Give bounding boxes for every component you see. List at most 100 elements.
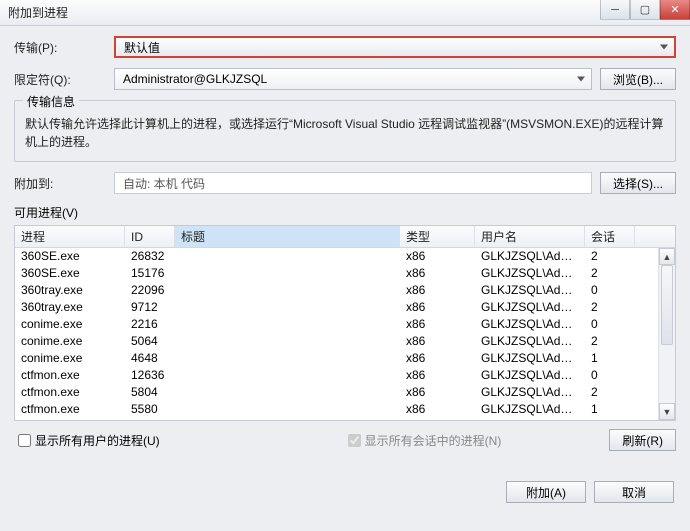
cell-session: 2 <box>585 249 635 263</box>
show-all-sessions-checkbox[interactable]: 显示所有会话中的进程(N) <box>344 431 502 450</box>
minimize-button[interactable]: ─ <box>600 0 630 20</box>
attach-to-value: 自动: 本机 代码 <box>114 172 592 194</box>
available-label: 可用进程(V) <box>14 204 676 221</box>
table-row[interactable]: explorer.exe4892x86GLKJZSQL\Adminis...0 <box>15 418 675 420</box>
cell-session: 0 <box>585 317 635 331</box>
cell-user: GLKJZSQL\Adminis... <box>475 266 585 280</box>
cell-id: 12636 <box>125 368 175 382</box>
cell-process: ctfmon.exe <box>15 402 125 416</box>
cell-user: GLKJZSQL\Adminis... <box>475 368 585 382</box>
vertical-scrollbar[interactable]: ▲ ▼ <box>658 248 675 420</box>
cell-id: 5064 <box>125 334 175 348</box>
cell-type: x86 <box>400 266 475 280</box>
cell-user: GLKJZSQL\Adminis... <box>475 283 585 297</box>
scroll-up-icon[interactable]: ▲ <box>659 248 675 265</box>
transport-value: 默认值 <box>124 39 160 56</box>
cell-session: 1 <box>585 351 635 365</box>
cell-type: x86 <box>400 351 475 365</box>
col-title[interactable]: 标题 <box>175 226 400 247</box>
table-row[interactable]: 360tray.exe9712x86GLKJZSQL\Adminis...2 <box>15 299 675 316</box>
table-row[interactable]: 360SE.exe26832 x86GLKJZSQL\Adminis...2 <box>15 248 675 265</box>
cell-user: GLKJZSQL\Adminis... <box>475 385 585 399</box>
cell-user: GLKJZSQL\Adminis... <box>475 249 585 263</box>
qualifier-value: Administrator@GLKJZSQL <box>123 72 267 86</box>
cancel-button[interactable]: 取消 <box>594 481 674 503</box>
table-body: 360SE.exe26832x86GLKJZSQL\Adminis...2360… <box>15 248 675 420</box>
cell-id: 5804 <box>125 385 175 399</box>
cell-process: 360SE.exe <box>15 266 125 280</box>
col-session[interactable]: 会话 <box>585 226 635 247</box>
cell-id: 2216 <box>125 317 175 331</box>
select-button[interactable]: 选择(S)... <box>600 172 676 194</box>
cell-process: 360SE.exe <box>15 249 125 263</box>
show-all-sessions-input[interactable] <box>348 434 361 447</box>
cell-id: 22096 <box>125 283 175 297</box>
cell-user: GLKJZSQL\Adminis... <box>475 317 585 331</box>
cell-type: x86 <box>400 419 475 420</box>
table-row[interactable]: ctfmon.exe5804x86GLKJZSQL\Adminis...2 <box>15 384 675 401</box>
cell-user: GLKJZSQL\Adminis... <box>475 334 585 348</box>
transport-info-text: 默认传输允许选择此计算机上的进程，或选择运行“Microsoft Visual … <box>25 115 665 151</box>
show-all-users-checkbox[interactable]: 显示所有用户的进程(U) <box>14 431 160 450</box>
qualifier-label: 限定符(Q): <box>14 71 114 88</box>
col-type[interactable]: 类型 <box>400 226 475 247</box>
cell-process: ctfmon.exe <box>15 385 125 399</box>
col-user[interactable]: 用户名 <box>475 226 585 247</box>
cell-type: x86 <box>400 300 475 314</box>
table-row[interactable]: 360tray.exe22096 x86GLKJZSQL\Adminis...0 <box>15 282 675 299</box>
cell-type: x86 <box>400 283 475 297</box>
dialog-footer: 附加(A) 取消 <box>14 481 676 503</box>
qualifier-combobox[interactable]: Administrator@GLKJZSQL <box>114 68 592 90</box>
cell-session: 0 <box>585 419 635 420</box>
scroll-thumb[interactable] <box>661 265 673 345</box>
scroll-down-icon[interactable]: ▼ <box>659 403 675 420</box>
cell-type: x86 <box>400 368 475 382</box>
table-row[interactable]: ctfmon.exe12636x86GLKJZSQL\Adminis...0 <box>15 367 675 384</box>
table-row[interactable]: ctfmon.exe5580x86GLKJZSQL\Adminis...1 <box>15 401 675 418</box>
cell-process: conime.exe <box>15 351 125 365</box>
close-button[interactable]: ✕ <box>660 0 690 20</box>
scroll-track[interactable] <box>659 265 675 403</box>
browse-button[interactable]: 浏览(B)... <box>600 68 676 90</box>
table-row[interactable]: conime.exe4648 x86GLKJZSQL\Adminis...1 <box>15 350 675 367</box>
cell-session: 2 <box>585 266 635 280</box>
cell-user: GLKJZSQL\Adminis... <box>475 300 585 314</box>
table-header: 进程 ID 标题 类型 用户名 会话 <box>15 226 675 248</box>
attach-button[interactable]: 附加(A) <box>506 481 586 503</box>
cell-type: x86 <box>400 402 475 416</box>
cell-user: GLKJZSQL\Adminis... <box>475 351 585 365</box>
transport-info-title: 传输信息 <box>23 93 79 110</box>
cell-id: 5580 <box>125 402 175 416</box>
cell-type: x86 <box>400 249 475 263</box>
cell-process: conime.exe <box>15 334 125 348</box>
cell-session: 2 <box>585 300 635 314</box>
cell-type: x86 <box>400 385 475 399</box>
transport-combobox[interactable]: 默认值 <box>114 36 676 58</box>
cell-id: 4648 <box>125 351 175 365</box>
table-row[interactable]: conime.exe5064x86GLKJZSQL\Adminis...2 <box>15 333 675 350</box>
chevron-down-icon <box>577 77 585 82</box>
table-row[interactable]: conime.exe2216 x86GLKJZSQL\Adminis...0 <box>15 316 675 333</box>
col-process[interactable]: 进程 <box>15 226 125 247</box>
cell-user: GLKJZSQL\Adminis... <box>475 419 585 420</box>
window-title: 附加到进程 <box>8 4 68 21</box>
cell-process: conime.exe <box>15 317 125 331</box>
show-all-users-input[interactable] <box>18 434 31 447</box>
transport-label: 传输(P): <box>14 39 114 56</box>
cell-process: ctfmon.exe <box>15 368 125 382</box>
cell-process: explorer.exe <box>15 419 125 420</box>
cell-id: 26832 <box>125 249 175 263</box>
dialog-content: 传输(P): 默认值 限定符(Q): Administrator@GLKJZSQ… <box>0 26 690 515</box>
cell-session: 0 <box>585 283 635 297</box>
cell-session: 2 <box>585 334 635 348</box>
maximize-button[interactable]: ▢ <box>630 0 660 20</box>
table-row[interactable]: 360SE.exe15176x86GLKJZSQL\Adminis...2 <box>15 265 675 282</box>
cell-type: x86 <box>400 317 475 331</box>
cell-user: GLKJZSQL\Adminis... <box>475 402 585 416</box>
cell-process: 360tray.exe <box>15 300 125 314</box>
col-id[interactable]: ID <box>125 226 175 247</box>
refresh-button[interactable]: 刷新(R) <box>609 429 676 451</box>
transport-info-group: 传输信息 默认传输允许选择此计算机上的进程，或选择运行“Microsoft Vi… <box>14 100 676 162</box>
title-bar: 附加到进程 ─ ▢ ✕ <box>0 0 690 26</box>
cell-process: 360tray.exe <box>15 283 125 297</box>
